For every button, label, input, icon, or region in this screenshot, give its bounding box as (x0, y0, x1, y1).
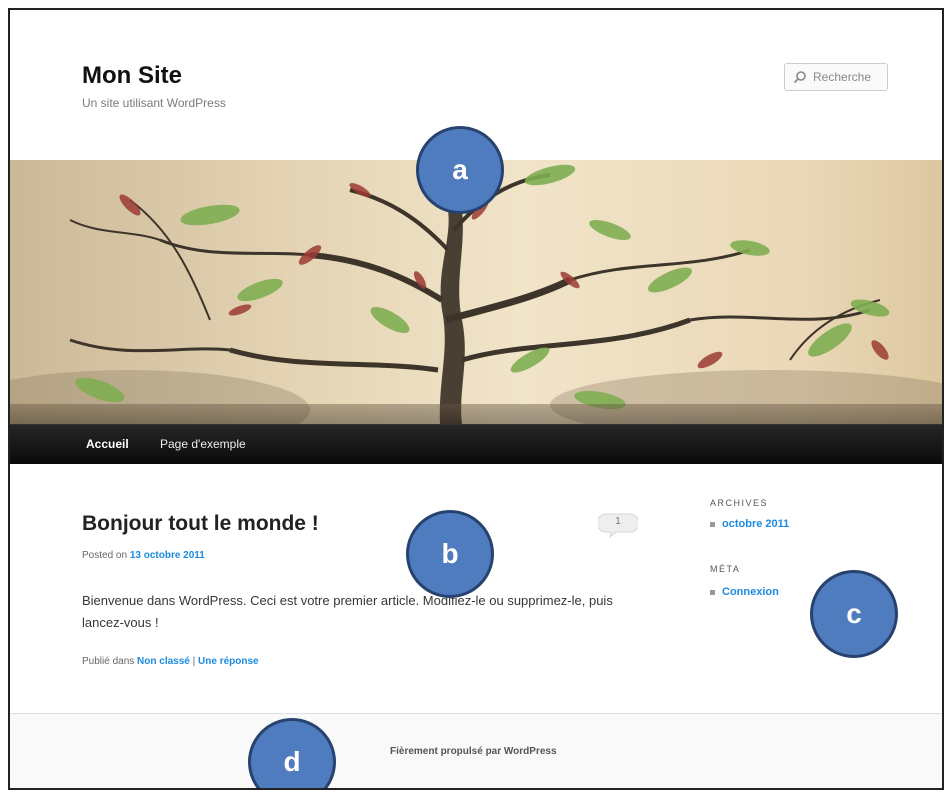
post-meta-prefix: Posted on (82, 550, 128, 561)
post-content: Bienvenue dans WordPress. Ceci est votre… (82, 593, 613, 630)
widget-title-meta: MÉTA (710, 564, 741, 574)
callout-a: a (416, 126, 504, 214)
browser-frame: Mon Site Un site utilisant WordPress Rec… (8, 8, 944, 790)
archive-link-octobre-2011[interactable]: octobre 2011 (722, 518, 789, 530)
post-title[interactable]: Bonjour tout le monde ! (82, 512, 319, 536)
meta-item[interactable]: Connexion (710, 586, 779, 598)
post-date-link[interactable]: 13 octobre 2011 (130, 550, 205, 561)
post-reply-link[interactable]: Une réponse (198, 656, 259, 667)
search-input[interactable] (813, 70, 885, 84)
comment-count[interactable]: 1 (598, 516, 638, 527)
list-bullet-icon (710, 589, 715, 595)
archive-item[interactable]: octobre 2011 (710, 518, 789, 530)
list-bullet-icon (710, 521, 715, 527)
site-footer: Fièrement propulsé par WordPress (10, 713, 942, 788)
nav-item-page-exemple[interactable]: Page d'exemple (160, 437, 246, 451)
main-navigation: Accueil Page d'exemple (10, 424, 942, 464)
login-link[interactable]: Connexion (722, 586, 779, 598)
footer-credit[interactable]: Fièrement propulsé par WordPress (390, 746, 557, 757)
site-description: Un site utilisant WordPress (82, 96, 226, 110)
widget-title-archives: ARCHIVES (710, 498, 769, 508)
site-title[interactable]: Mon Site (82, 62, 182, 90)
callout-b: b (406, 510, 494, 598)
post-meta: Posted on 13 octobre 2011 (82, 550, 205, 561)
post-category-prefix: Publié dans (82, 656, 135, 667)
post-footer: Publié dans Non classé | Une réponse (82, 656, 259, 667)
search-icon (793, 71, 806, 84)
search-box[interactable] (784, 63, 888, 91)
nav-item-accueil[interactable]: Accueil (86, 437, 129, 451)
post-category-link[interactable]: Non classé (137, 656, 190, 667)
post-footer-separator: | (192, 656, 196, 667)
callout-c: c (810, 570, 898, 658)
